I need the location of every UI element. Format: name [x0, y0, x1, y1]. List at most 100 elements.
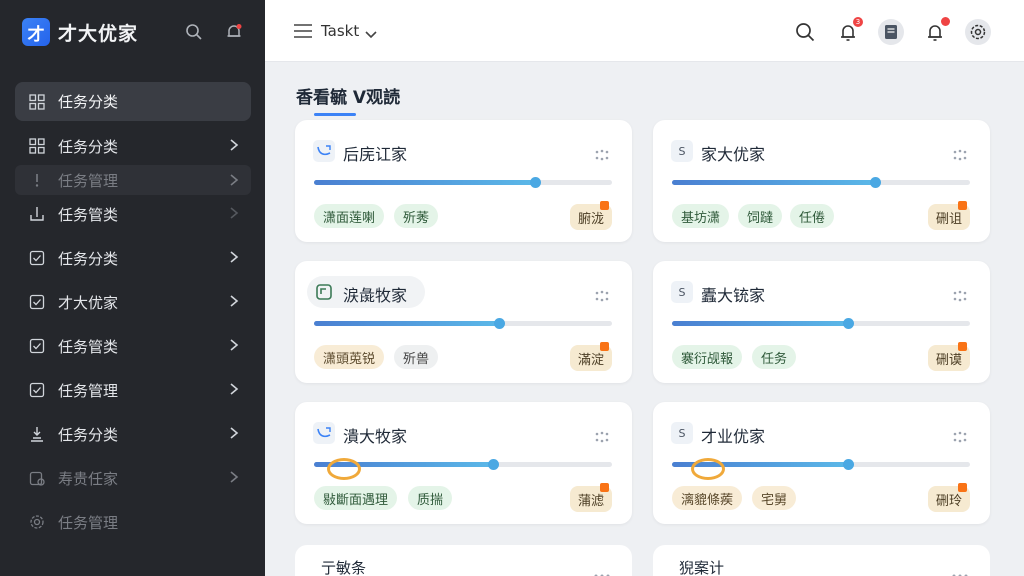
status-badge[interactable]: 硎谟 [927, 342, 970, 371]
bell-icon[interactable] [922, 17, 950, 45]
status-badge-label: 硎谟 [935, 352, 962, 368]
drag-handle-icon[interactable] [594, 287, 610, 306]
card-title: 蠹大铳家 [701, 286, 766, 305]
sidebar-item[interactable]: 任务管类 [15, 198, 251, 230]
app-logo: 才 [22, 18, 50, 46]
status-badge[interactable]: 硎诅 [927, 201, 970, 230]
tag-chip[interactable]: 基坊潇 [672, 204, 730, 228]
tag-chip[interactable]: 敡斷面遇理 [314, 486, 398, 510]
flag-icon [600, 483, 609, 492]
bell-icon[interactable] [224, 22, 244, 42]
card-title: 潰大牧家 [343, 427, 408, 446]
checkbox-icon [28, 337, 46, 355]
task-card-partial[interactable]: 猊案计 [653, 545, 990, 576]
sidebar-item[interactable]: 任务管理 [15, 506, 251, 538]
chevron-right-icon [229, 338, 239, 356]
progress-knob[interactable] [842, 318, 854, 329]
bell-icon[interactable]: 3 [835, 17, 863, 45]
tag-chip[interactable]: 歽兽 [394, 345, 439, 369]
progress-knob[interactable] [869, 177, 881, 188]
tag-chip[interactable]: 褰衍觇報 [672, 345, 743, 369]
sidebar-item[interactable]: 寿贵任家 [15, 462, 251, 494]
task-card[interactable]: S 家大优家 基坊潇 饲躂 任倦 硎诅 [653, 120, 990, 242]
status-badge-label: 蒲滤 [577, 493, 604, 509]
chevron-down-icon[interactable] [365, 25, 377, 44]
sidebar-item-label: 任务管理 [58, 381, 119, 400]
status-badge-label: 滿淀 [577, 352, 604, 368]
document-icon[interactable] [878, 19, 904, 45]
sidebar-item[interactable]: 才大优家 [15, 286, 251, 318]
sidebar-item[interactable]: 任务管理 [15, 165, 251, 195]
sidebar-item[interactable]: 任务管类 [15, 330, 251, 362]
settings-icon[interactable] [965, 19, 991, 45]
sidebar-item-label: 任务分类 [58, 93, 119, 111]
tasks-dropdown-label[interactable]: Taskt [321, 22, 359, 40]
task-card[interactable]: S 蠹大铳家 褰衍觇報 任务 硎谟 [653, 261, 990, 383]
tag-chip[interactable]: 歽莠 [394, 204, 439, 228]
recycle-icon [28, 425, 46, 443]
status-badge[interactable]: 蒲滤 [569, 483, 612, 512]
tag-chip[interactable]: 任倦 [790, 204, 835, 228]
top-header: Taskt 3 [265, 0, 1024, 62]
search-icon[interactable] [792, 19, 818, 45]
sidebar-item[interactable]: 任务分类 [15, 130, 251, 162]
task-card[interactable]: 潰大牧家敡斷面遇理 质揣 蒲滤 [295, 402, 632, 524]
drag-handle-icon[interactable] [594, 146, 610, 165]
tag-chip[interactable]: 潇面莲喇 [314, 204, 385, 228]
task-card-partial[interactable]: 亍敏条 [295, 545, 632, 576]
progress-knob[interactable] [529, 177, 541, 188]
progress-knob[interactable] [493, 318, 505, 329]
link-icon [313, 422, 335, 444]
more-icon[interactable] [594, 563, 610, 576]
notification-badge: 3 [853, 17, 863, 27]
status-badge-label: 硎玲 [935, 493, 962, 509]
exclamation-icon [28, 171, 46, 189]
progress-knob[interactable] [487, 459, 499, 470]
tag-chip[interactable]: 任务 [752, 345, 797, 369]
menu-icon[interactable] [293, 22, 313, 40]
sidebar-item-label: 任务分类 [58, 425, 119, 444]
search-icon[interactable] [184, 22, 204, 42]
chevron-right-icon [229, 250, 239, 268]
tag-chip[interactable]: 漓貔條蒺 [672, 486, 743, 510]
checkbox-icon [28, 293, 46, 311]
tag-chip[interactable]: 饲躂 [738, 204, 783, 228]
status-badge[interactable]: 滿淀 [569, 342, 612, 371]
drag-handle-icon[interactable] [952, 287, 968, 306]
sidebar-item[interactable]: 任务分类 [15, 418, 251, 450]
tag-chip[interactable]: 潇頭莵锐 [314, 345, 385, 369]
drag-handle-icon[interactable] [952, 146, 968, 165]
sidebar-item-label: 任务管理 [58, 513, 119, 532]
card-title: 涙彘牧家 [343, 286, 408, 305]
checkbox-icon [28, 249, 46, 267]
sidebar-item-label: 任务分类 [58, 137, 119, 156]
drag-handle-icon[interactable] [594, 428, 610, 447]
tab-underline [314, 113, 356, 116]
download-icon [28, 205, 46, 223]
task-card[interactable]: S 才业优家 漓貔條蒺 宅舅 硎玲 [653, 402, 990, 524]
status-badge[interactable]: 硎玲 [927, 483, 970, 512]
tag-chip[interactable]: 宅舅 [752, 486, 797, 510]
sidebar-item-label: 任务分类 [58, 249, 119, 268]
sidebar-item[interactable]: 任务管理 [15, 374, 251, 406]
link-icon [313, 140, 335, 162]
status-badge[interactable]: 腑泷 [569, 201, 612, 230]
more-icon[interactable] [952, 563, 968, 576]
grid-icon [28, 93, 46, 111]
flag-icon [958, 342, 967, 351]
task-card[interactable]: 涙彘牧家潇頭莵锐 歽兽 滿淀 [295, 261, 632, 383]
chevron-right-icon [229, 294, 239, 312]
drag-handle-icon[interactable] [952, 428, 968, 447]
task-card[interactable]: 后庑讧家 潇面莲喇 歽莠 腑泷 [295, 120, 632, 242]
chevron-right-icon [229, 173, 239, 191]
page-title: 香看毓 V观読 [296, 88, 401, 108]
sidebar-item-active[interactable]: 任务分类 [15, 82, 251, 121]
progress-fill [314, 180, 535, 185]
progress-fill [314, 321, 499, 326]
progress-knob[interactable] [842, 459, 854, 470]
sidebar-item[interactable]: 任务分类 [15, 242, 251, 274]
brand[interactable]: 才 才大优家 [22, 18, 138, 46]
card-title: 猊案计 [679, 559, 725, 576]
chevron-right-icon [229, 470, 239, 488]
tag-chip[interactable]: 质揣 [408, 486, 453, 510]
